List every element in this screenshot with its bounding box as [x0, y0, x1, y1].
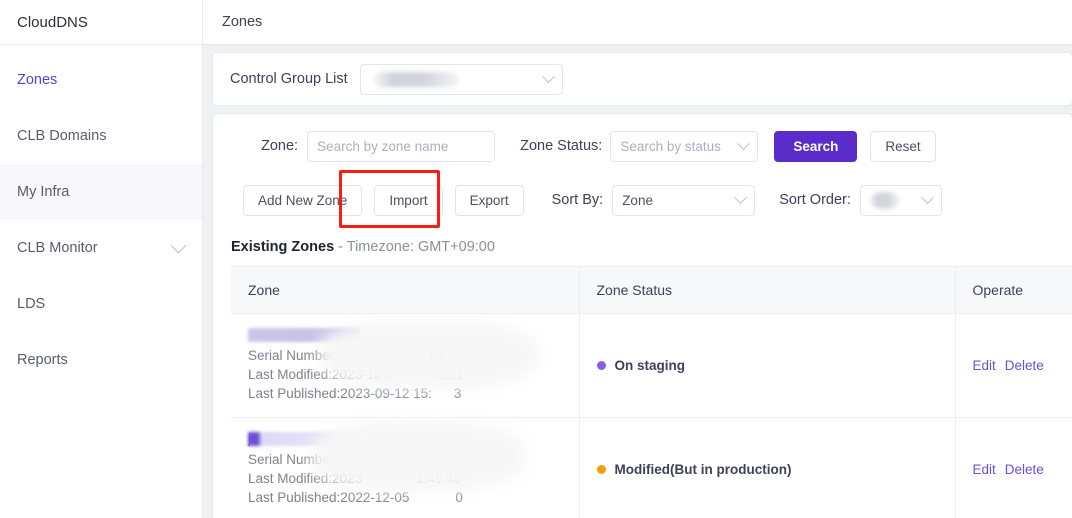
status-label: Modified(But in production): [614, 462, 792, 477]
sidebar-item-clb-domains[interactable]: CLB Domains: [0, 108, 202, 164]
control-group-label: Control Group List: [230, 71, 348, 87]
zones-panel: Zone: Search by zone name Zone Status: S…: [213, 114, 1072, 518]
serial-number-label: Serial Number:: [248, 348, 339, 363]
zone-last-modified: Last Modified:2023-10-0 2:21: [248, 365, 579, 384]
chevron-down-icon: [734, 190, 748, 204]
zone-status-select[interactable]: Search by status: [610, 130, 759, 162]
zone-name-wrap: ja: [248, 431, 579, 450]
control-group-card: Control Group List: [213, 53, 1072, 105]
sidebar-item-reports[interactable]: Reports: [0, 332, 202, 388]
sort-by-label: Sort By:: [551, 192, 604, 208]
zone-status-filter-label: Zone Status:: [520, 138, 603, 154]
zone-name-wrap: [248, 328, 579, 346]
status-cell: On staging: [579, 313, 956, 418]
export-button[interactable]: Export: [454, 184, 524, 216]
sidebar-item-lds[interactable]: LDS: [0, 276, 202, 332]
sort-order-label: Sort Order:: [779, 192, 851, 208]
last-modified-label: Last Modified:2023: [248, 471, 363, 486]
chevron-down-icon: [737, 136, 751, 150]
sidebar-item-clb-monitor[interactable]: CLB Monitor: [0, 220, 202, 276]
last-modified-value: 2:21: [437, 367, 464, 382]
zone-serial-number: Serial Number:: [248, 450, 579, 469]
table-body: Serial Number: 01 Last Modified:2023-10-0…: [231, 313, 1072, 518]
delete-link[interactable]: Delete: [1005, 462, 1044, 477]
search-button[interactable]: Search: [774, 130, 858, 162]
status-badge: Modified(But in production): [596, 462, 955, 477]
existing-zones-heading: Existing Zones - Timezone: GMT+09:00: [231, 239, 1072, 255]
sidebar-item-label: CLB Monitor: [17, 240, 98, 256]
zone-cell: Serial Number: 01 Last Modified:2023-10-0…: [231, 313, 580, 418]
reset-button[interactable]: Reset: [870, 130, 936, 162]
edit-link[interactable]: Edit: [973, 462, 996, 477]
status-dot-icon: [596, 465, 606, 474]
page-title: Zones: [203, 0, 1072, 45]
table-header-row: Zone Zone Status Operate: [231, 266, 1072, 314]
app-root: CloudDNS Zones CLB Domains My Infra CLB …: [0, 0, 1072, 518]
sort-order-select[interactable]: [859, 184, 942, 216]
sort-order-value-redacted: [869, 191, 900, 209]
operate-cell: Edit Delete: [955, 417, 1072, 518]
content-scroll: Control Group List Zone: Search by zone …: [203, 45, 1072, 518]
filter-bar: Zone: Search by zone name Zone Status: S…: [213, 130, 1072, 162]
sidebar-nav: Zones CLB Domains My Infra CLB Monitor L…: [0, 45, 202, 388]
brand-title: CloudDNS: [0, 0, 202, 45]
add-new-zone-button[interactable]: Add New Zone: [243, 184, 363, 216]
last-published-value: 0: [455, 490, 463, 505]
zone-last-modified: Last Modified:2023 1:49:45: [248, 469, 579, 488]
edit-link[interactable]: Edit: [973, 358, 996, 373]
zone-name-redacted: [248, 328, 360, 342]
control-group-value-redacted: [373, 71, 459, 87]
zone-search-placeholder: Search by zone name: [317, 138, 449, 154]
action-bar: Add New Zone Import Export Sort By: Zone…: [213, 170, 1072, 228]
zones-table: Zone Zone Status Operate Serial Number: …: [231, 266, 1072, 518]
last-published-value: 3: [453, 386, 462, 401]
import-button[interactable]: Import: [374, 184, 443, 216]
table-row: ja Serial Number: Last Modified:2023 1:49…: [231, 417, 1072, 518]
column-header-zone-status: Zone Status: [579, 266, 956, 314]
sidebar-item-label: Reports: [17, 352, 68, 368]
last-published-label: Last Published:2022-12-05: [248, 490, 410, 505]
table-head: Zone Zone Status Operate: [231, 266, 1072, 314]
zone-cell: ja Serial Number: Last Modified:2023 1:49…: [231, 417, 580, 518]
sidebar-item-label: My Infra: [17, 184, 70, 200]
existing-zones-title: Existing Zones: [231, 239, 335, 255]
column-header-zone: Zone: [231, 266, 580, 314]
control-group-select[interactable]: [359, 63, 563, 95]
delete-link[interactable]: Delete: [1005, 358, 1044, 373]
existing-zones-timezone: - Timezone: GMT+09:00: [334, 239, 495, 255]
sidebar-item-my-infra[interactable]: My Infra: [0, 164, 202, 220]
sidebar: CloudDNS Zones CLB Domains My Infra CLB …: [0, 0, 203, 518]
chevron-down-icon: [541, 69, 555, 83]
sidebar-item-label: LDS: [17, 296, 46, 312]
sort-by-select[interactable]: Zone: [612, 184, 756, 216]
serial-number-label: Serial Number:: [248, 452, 339, 467]
zone-status-placeholder: Search by status: [620, 138, 721, 154]
serial-number-value: 01: [430, 348, 446, 363]
status-badge: On staging: [596, 358, 955, 373]
last-modified-value: 1:49:45: [416, 471, 462, 486]
zone-filter-label: Zone:: [261, 138, 299, 154]
last-published-label: Last Published:2023-09-12 15:: [248, 386, 432, 401]
main-area: Zones Control Group List Zone: Search by…: [203, 0, 1072, 518]
zone-last-published: Last Published:2023-09-12 15: 3: [248, 384, 579, 403]
status-cell: Modified(But in production): [579, 417, 956, 518]
sidebar-item-label: Zones: [17, 72, 58, 88]
column-header-operate: Operate: [955, 266, 1072, 314]
zone-name-redacted: [248, 432, 360, 446]
sort-by-value: Zone: [622, 192, 653, 208]
chevron-down-icon: [921, 190, 934, 204]
last-modified-label: Last Modified:2023-10-0: [248, 367, 394, 382]
operate-cell: Edit Delete: [955, 313, 1072, 418]
zone-search-input[interactable]: Search by zone name: [307, 130, 496, 162]
zone-last-published: Last Published:2022-12-05 0: [248, 488, 579, 507]
table-row: Serial Number: 01 Last Modified:2023-10-0…: [231, 313, 1072, 418]
sidebar-item-zones[interactable]: Zones: [0, 52, 202, 108]
sidebar-item-label: CLB Domains: [17, 128, 107, 144]
status-dot-icon: [596, 361, 606, 370]
status-label: On staging: [614, 358, 686, 373]
chevron-down-icon: [170, 237, 187, 253]
zone-serial-number: Serial Number: 01: [248, 346, 579, 365]
